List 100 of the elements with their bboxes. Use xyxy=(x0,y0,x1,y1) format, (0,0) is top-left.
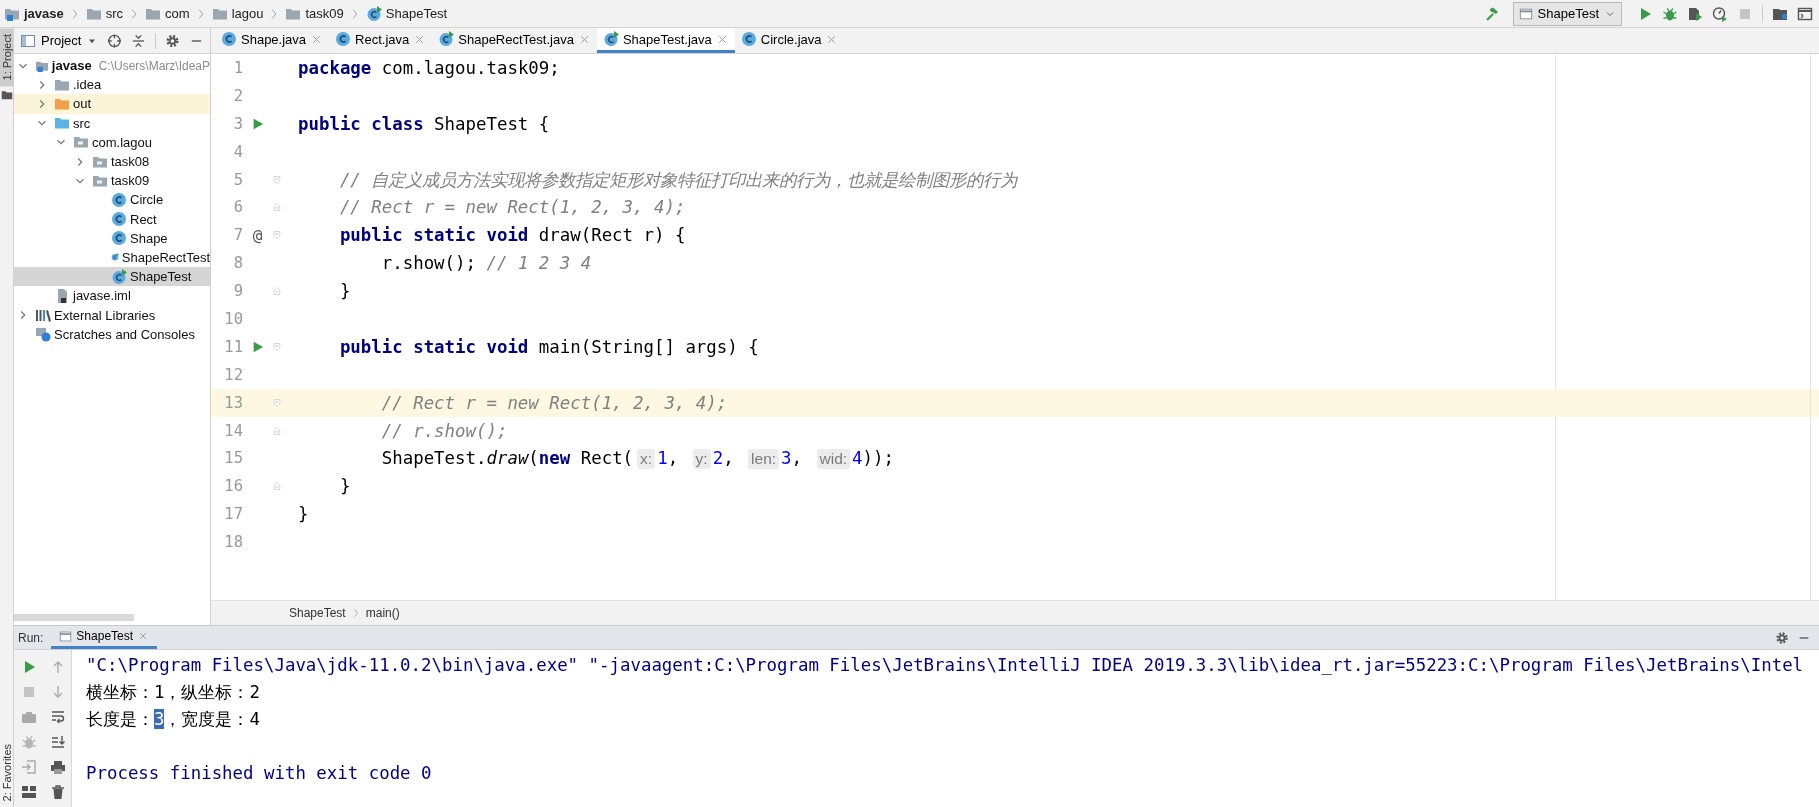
class-icon xyxy=(602,31,619,47)
class-icon xyxy=(438,31,455,47)
line-number: 7 xyxy=(233,226,243,245)
breadcrumb-item[interactable]: com xyxy=(145,5,190,22)
line-number: 16 xyxy=(224,477,243,496)
code-line: } xyxy=(338,476,351,497)
scratches-icon xyxy=(35,326,51,343)
class-icon xyxy=(111,230,127,247)
debug-icon[interactable] xyxy=(1662,5,1678,22)
breadcrumb-item[interactable]: javase xyxy=(4,5,64,22)
line-number: 10 xyxy=(224,309,243,328)
breadcrumb-item[interactable]: lagou xyxy=(211,5,264,22)
tool-window-tab[interactable]: 1: Project xyxy=(0,28,13,87)
code-line: public class ShapeTest { xyxy=(297,113,550,134)
panel-icon xyxy=(20,32,36,49)
editor-tab[interactable]: ShapeTest.java xyxy=(596,28,735,53)
settings-icon[interactable] xyxy=(1775,630,1789,645)
text-selection: 3 xyxy=(154,709,165,729)
window-icon xyxy=(59,629,73,643)
run-tab[interactable]: ShapeTest xyxy=(51,626,158,649)
line-number: 5 xyxy=(233,170,243,189)
code-line: public static void main(String[] args) { xyxy=(338,336,759,357)
code-line: } xyxy=(297,504,309,525)
editor-tab[interactable]: Rect.java xyxy=(329,28,433,53)
locate-icon[interactable] xyxy=(107,32,123,49)
class-icon xyxy=(111,191,127,208)
class-icon xyxy=(221,31,237,47)
tree-item[interactable]: out xyxy=(14,94,210,114)
collapse-icon[interactable] xyxy=(131,32,147,49)
code-line: r.show(); // 1 2 3 4 xyxy=(380,253,592,274)
login-icon[interactable] xyxy=(20,758,37,775)
code-line: // Rect r = new Rect(1, 2, 3, 4); xyxy=(338,197,686,218)
print-icon[interactable] xyxy=(49,758,66,775)
line-number: 11 xyxy=(224,337,243,356)
line-number: 4 xyxy=(233,142,243,161)
tool-window-tab[interactable]: 2: Favorites xyxy=(0,737,13,807)
tree-item[interactable]: task08 xyxy=(14,151,210,172)
editor-tab[interactable]: Shape.java xyxy=(215,28,330,53)
code-line: // Rect r = new Rect(1, 2, 3, 4); xyxy=(380,392,728,413)
class-icon xyxy=(335,31,352,47)
line-number: 13 xyxy=(224,393,243,412)
editor-tab[interactable]: Circle.java xyxy=(734,28,845,53)
tree-item[interactable]: Scratches and Consoles xyxy=(14,324,210,344)
code-line: public static void draw(Rect r) { xyxy=(338,225,686,246)
folder-icon xyxy=(54,115,70,132)
console-line: 长度是：3，宽度是：4 xyxy=(86,708,261,731)
line-number: 9 xyxy=(233,282,243,301)
layout-icon[interactable] xyxy=(20,783,37,800)
console-line: "C:\Program Files\Java\jdk-11.0.2\bin\java.exe" "-javaagent:C:\Program Files\JetBrains\IntelliJ IDEA 2019.3.3\lib\idea_rt.jar=55223:C:\Program Files\JetBrains\Intel xyxy=(86,654,1804,677)
line-number: 12 xyxy=(224,365,243,384)
code-line: package com.lagou.task09; xyxy=(297,57,560,78)
package-icon xyxy=(73,134,89,151)
line-number: 3 xyxy=(233,114,243,133)
scroll-end-icon[interactable] xyxy=(49,733,66,750)
breadcrumb-item[interactable]: main() xyxy=(365,606,400,620)
run-configuration-dropdown[interactable]: ShapeTest xyxy=(1512,1,1622,26)
line-number: 6 xyxy=(233,198,243,217)
tree-item[interactable]: External Libraries xyxy=(14,305,210,325)
window-icon xyxy=(1518,6,1533,21)
line-number: 8 xyxy=(233,254,243,273)
tree-item[interactable]: javase.iml xyxy=(14,286,210,306)
tree-item[interactable]: Shape xyxy=(14,228,210,248)
line-number: 18 xyxy=(224,533,243,552)
coverage-icon[interactable] xyxy=(1687,5,1703,22)
override-marker[interactable]: @ xyxy=(252,225,263,245)
line-number: 2 xyxy=(233,86,243,105)
class-icon xyxy=(111,268,127,285)
line-number: 17 xyxy=(224,505,243,524)
breadcrumb-item[interactable]: src xyxy=(85,5,124,22)
code-line: // r.show(); xyxy=(380,420,508,441)
class-icon xyxy=(365,5,382,22)
libraries-icon xyxy=(35,307,51,324)
code-line: ShapeTest.draw(new Rect( x: 1, y: 2, len: 3, wid: 4)); xyxy=(380,447,894,469)
tree-item[interactable]: javase C:\Users\Marz\IdeaP xyxy=(14,56,210,76)
tree-item[interactable]: ShapeRectTest xyxy=(14,247,210,268)
tree-item[interactable]: Circle xyxy=(14,190,210,210)
breadcrumb-item[interactable]: ShapeTest xyxy=(365,5,448,22)
debug-icon[interactable] xyxy=(20,733,37,750)
path-hint: C:\Users\Marz\IdeaP xyxy=(98,58,210,73)
editor-tab[interactable]: ShapeRectTest.java xyxy=(432,28,597,53)
tree-item[interactable]: src xyxy=(14,113,210,133)
wrap-icon[interactable] xyxy=(49,708,66,725)
panel-title: Run: xyxy=(18,630,44,645)
trash-icon[interactable] xyxy=(49,783,66,800)
tree-item[interactable]: ShapeTest xyxy=(14,267,210,287)
console-line: Process finished with exit code 0 xyxy=(86,762,433,785)
tree-item[interactable]: task09 xyxy=(14,171,210,191)
profiler-icon[interactable] xyxy=(1712,5,1728,22)
tree-item[interactable]: com.lagou xyxy=(14,132,210,152)
settings-icon[interactable] xyxy=(165,32,181,49)
window-icon[interactable] xyxy=(1797,5,1813,22)
line-number: 14 xyxy=(224,421,243,440)
tree-item[interactable]: .idea xyxy=(14,75,210,95)
tree-item[interactable]: Rect xyxy=(14,209,210,229)
breadcrumb-item[interactable]: ShapeTest xyxy=(289,606,346,620)
console-line: 横坐标：1，纵坐标：2 xyxy=(86,681,261,704)
code-line: } xyxy=(338,281,351,302)
breadcrumb-item[interactable]: task09 xyxy=(285,5,344,22)
class-icon xyxy=(111,211,127,228)
horizontal-scrollbar[interactable] xyxy=(14,614,134,621)
